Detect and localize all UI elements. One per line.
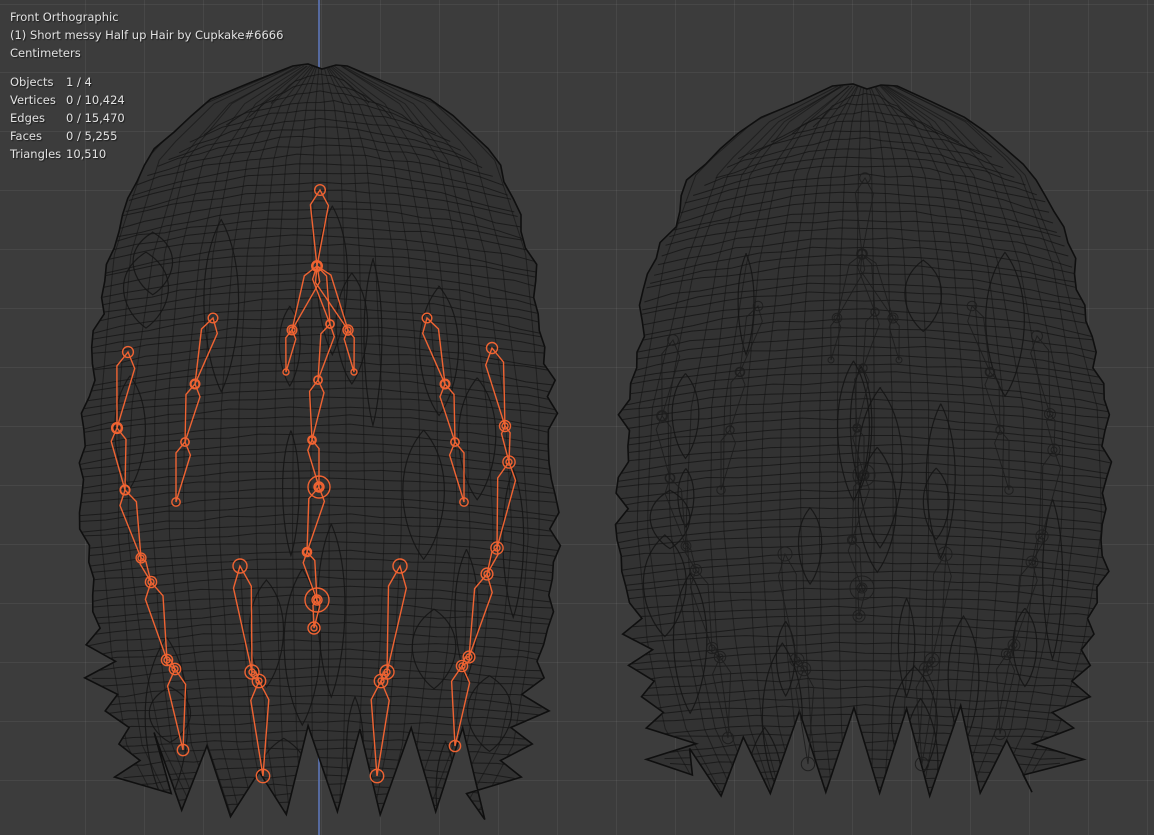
scene-statistics: Objects 1 / 4 Vertices 0 / 10,424 Edges … <box>10 73 283 163</box>
hair-mesh-right[interactable] <box>611 84 1118 835</box>
stats-row: Faces 0 / 5,255 <box>10 127 283 145</box>
stats-label: Vertices <box>10 91 66 109</box>
stats-value: 0 / 10,424 <box>66 91 125 109</box>
stats-value: 0 / 15,470 <box>66 109 125 127</box>
hair-mesh-left[interactable] <box>75 64 566 835</box>
stats-label: Triangles <box>10 145 66 163</box>
stats-label: Objects <box>10 73 66 91</box>
view-name-label: Front Orthographic <box>10 8 283 26</box>
stats-row: Edges 0 / 15,470 <box>10 109 283 127</box>
stats-value: 0 / 5,255 <box>66 127 117 145</box>
stats-row: Triangles 10,510 <box>10 145 283 163</box>
stats-value: 1 / 4 <box>66 73 92 91</box>
active-object-label: (1) Short messy Half up Hair by Cupkake#… <box>10 26 283 44</box>
stats-value: 10,510 <box>66 145 106 163</box>
stats-label: Edges <box>10 109 66 127</box>
stats-row: Objects 1 / 4 <box>10 73 283 91</box>
viewport-text-overlay: Front Orthographic (1) Short messy Half … <box>10 8 283 163</box>
stats-row: Vertices 0 / 10,424 <box>10 91 283 109</box>
stats-label: Faces <box>10 127 66 145</box>
3d-viewport[interactable]: Front Orthographic (1) Short messy Half … <box>0 0 1154 835</box>
unit-label: Centimeters <box>10 44 283 62</box>
